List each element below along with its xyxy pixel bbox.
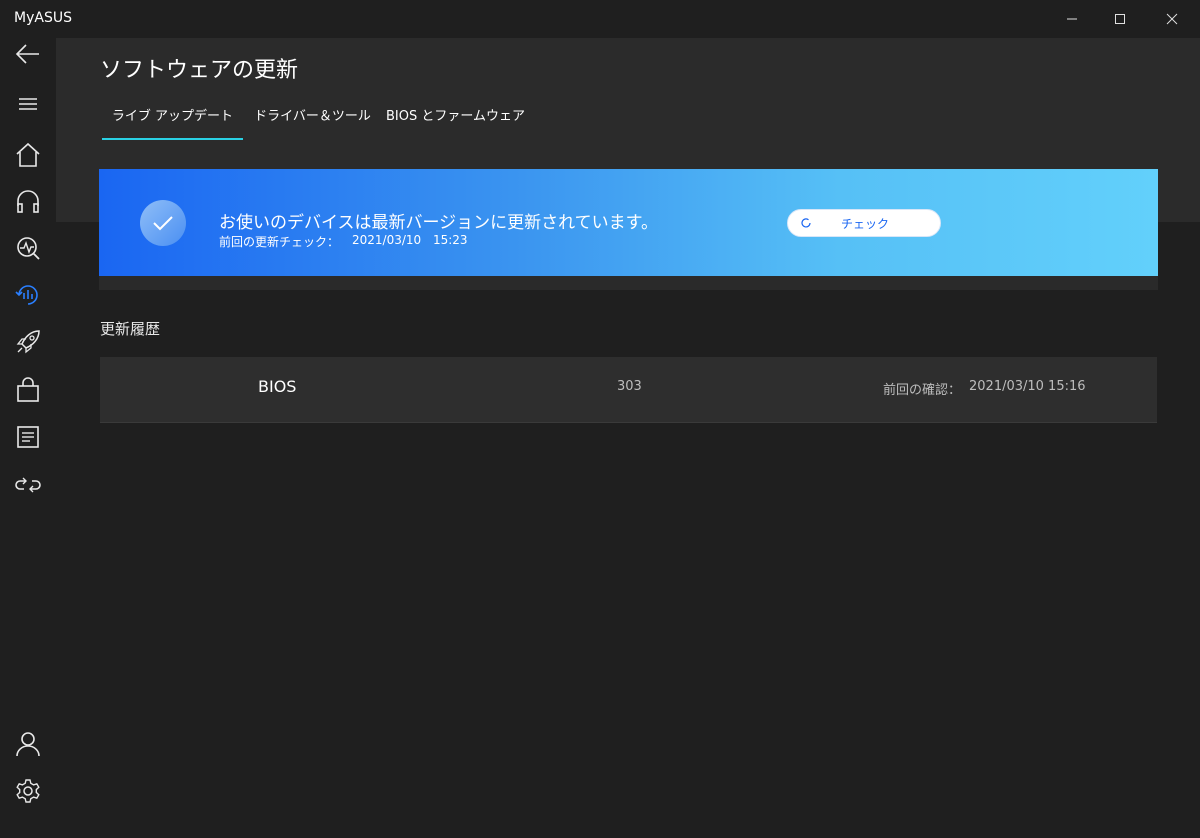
sidebar-item-store[interactable] (14, 376, 42, 404)
last-check-label: 前回の更新チェック： (219, 235, 340, 249)
back-arrow-icon (15, 44, 39, 64)
page-title: ソフトウェアの更新 (100, 58, 299, 83)
active-tab-indicator (102, 138, 243, 140)
sidebar-item-home[interactable] (14, 141, 42, 169)
minimize-icon (1067, 18, 1077, 20)
home-icon (16, 142, 40, 167)
shopping-bag-icon (17, 377, 39, 402)
myasus-window: MyASUS ソフトウェアの更新 ライブ アップデート ドライバー＆ツール BI… (0, 0, 1200, 838)
status-check-badge (140, 200, 186, 246)
link-icon (15, 477, 41, 493)
diagnostics-icon (17, 237, 40, 260)
history-item-version: 303 (617, 379, 642, 394)
check-updates-label: チェック (840, 217, 889, 231)
headset-icon (17, 190, 39, 213)
tab-live-update[interactable]: ライブ アップデート (102, 96, 243, 140)
title-bar: MyASUS (0, 0, 1200, 38)
last-check-value: 2021/03/10 15:23 (352, 233, 468, 247)
sidebar-item-software-update[interactable] (14, 281, 42, 309)
hamburger-menu-icon (19, 98, 37, 110)
sidebar-item-account[interactable] (14, 730, 42, 758)
settings-icon (16, 779, 40, 803)
user-icon (16, 732, 40, 757)
news-icon (17, 426, 39, 448)
banner-shadow (99, 276, 1158, 290)
history-row: BIOS 303 前回の確認： 2021/03/10 15:16 (100, 357, 1157, 423)
sidebar-item-performance[interactable] (14, 328, 42, 356)
tab-bios-firmware[interactable]: BIOS とファームウェア (386, 96, 525, 140)
checkmark-icon (153, 216, 173, 231)
rocket-icon (16, 330, 40, 354)
sidebar-item-support[interactable] (14, 188, 42, 216)
history-item-name: BIOS (258, 377, 297, 396)
close-button[interactable] (1148, 0, 1196, 38)
sidebar-item-news[interactable] (14, 423, 42, 451)
check-updates-button[interactable]: チェック (787, 209, 941, 237)
close-icon (1166, 13, 1178, 25)
history-item-checked-value: 2021/03/10 15:16 (969, 379, 1086, 394)
update-icon (15, 285, 38, 305)
sidebar-item-link[interactable] (14, 471, 42, 499)
back-button[interactable] (14, 40, 42, 68)
app-title: MyASUS (14, 10, 72, 26)
status-message: お使いのデバイスは最新バージョンに更新されています。 (219, 213, 658, 233)
history-item-checked-label: 前回の確認： (883, 383, 962, 398)
sidebar (0, 38, 56, 838)
sidebar-item-settings[interactable] (14, 777, 42, 805)
sidebar-item-diagnostics[interactable] (14, 234, 42, 262)
tab-drivers-tools[interactable]: ドライバー＆ツール (252, 96, 373, 140)
minimize-button[interactable] (1048, 0, 1096, 38)
history-title: 更新履歴 (100, 320, 161, 338)
menu-button[interactable] (14, 90, 42, 118)
maximize-icon (1115, 14, 1125, 24)
maximize-button[interactable] (1096, 0, 1144, 38)
